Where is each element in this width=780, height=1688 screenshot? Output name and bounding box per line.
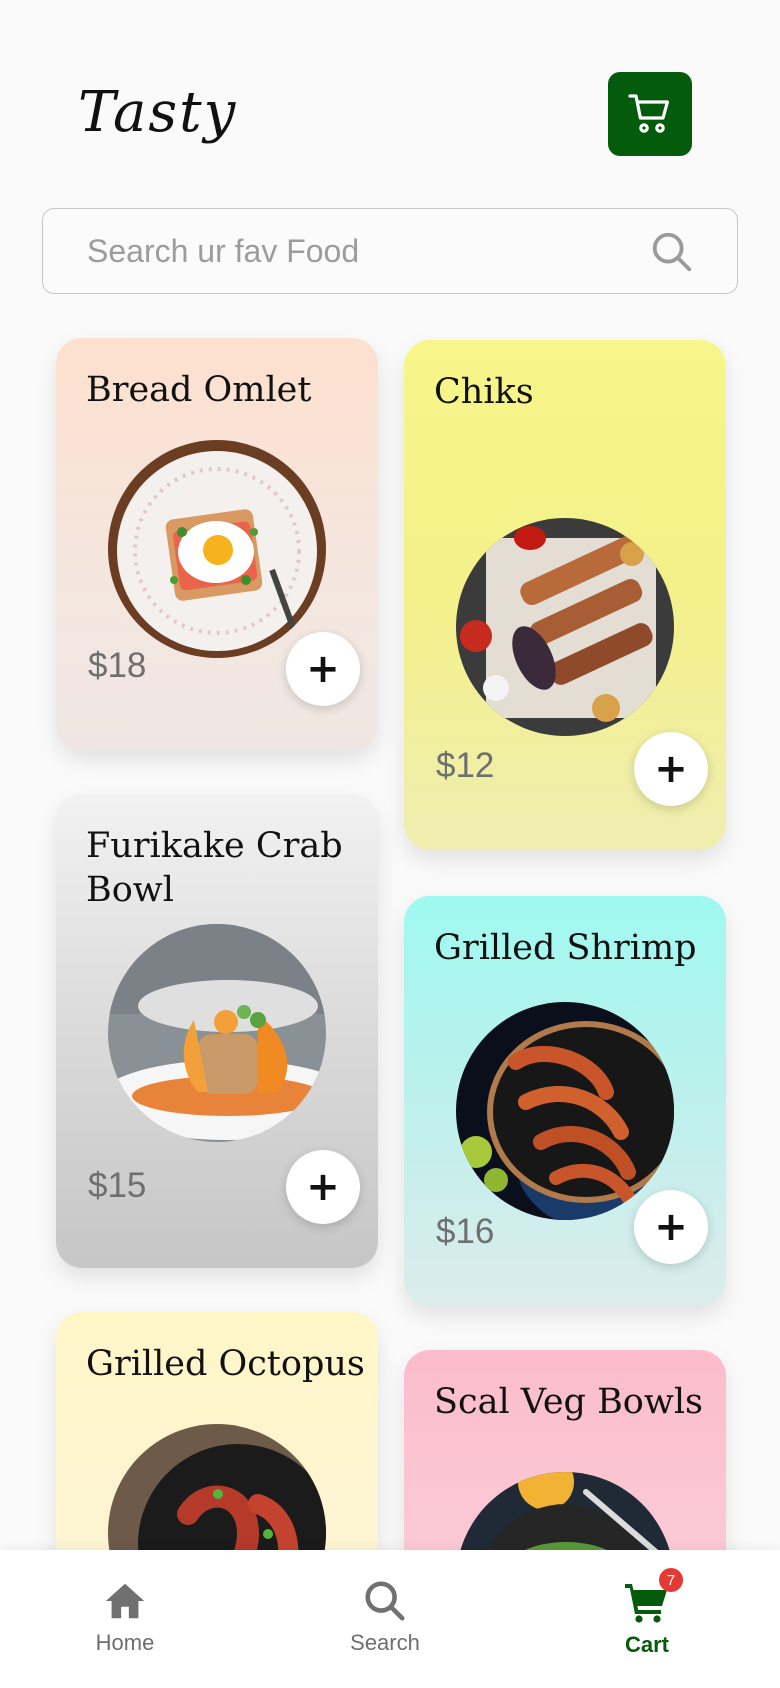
- search-button[interactable]: [649, 229, 695, 275]
- nav-cart[interactable]: 7 Cart: [577, 1568, 717, 1658]
- food-image-grilled-shrimp: [456, 1002, 674, 1220]
- app-logo: Tasty: [78, 80, 238, 145]
- add-to-cart-button[interactable]: +: [286, 1150, 360, 1224]
- food-name: Grilled Shrimp: [434, 928, 697, 968]
- food-name: Chiks: [434, 372, 534, 412]
- search-input[interactable]: [87, 209, 647, 293]
- food-card-furikake-crab-bowl[interactable]: Furikake Crab Bowl $15 +: [56, 794, 378, 1268]
- food-card-bread-omlet[interactable]: Bread Omlet $18 +: [56, 338, 378, 750]
- nav-home-label: Home: [95, 1630, 155, 1655]
- nav-cart-label: Cart: [624, 1632, 669, 1657]
- food-price: $15: [88, 1166, 147, 1205]
- food-image-bread-omlet: [108, 440, 326, 658]
- food-name: Furikake Crab Bowl: [86, 826, 343, 910]
- food-card-grilled-shrimp[interactable]: Grilled Shrimp $16 +: [404, 896, 726, 1306]
- food-name: Scal Veg Bowls: [434, 1382, 703, 1422]
- food-image-chiks: [456, 518, 674, 736]
- food-name: Grilled Octopus: [86, 1344, 365, 1384]
- search-bar[interactable]: [42, 208, 738, 294]
- home-icon: [105, 1583, 145, 1619]
- bottom-navigation: Home Search 7 Cart: [0, 1550, 780, 1688]
- food-name: Bread Omlet: [86, 370, 312, 410]
- add-to-cart-button[interactable]: +: [634, 732, 708, 806]
- cart-count-badge: 7: [659, 1568, 683, 1592]
- nav-home[interactable]: Home: [55, 1578, 195, 1656]
- search-icon: [652, 232, 692, 272]
- nav-search-label: Search: [350, 1630, 420, 1655]
- food-price: $18: [88, 646, 147, 685]
- add-to-cart-button[interactable]: +: [286, 632, 360, 706]
- add-to-cart-button[interactable]: +: [634, 1190, 708, 1264]
- nav-search[interactable]: Search: [315, 1578, 455, 1656]
- search-icon: [365, 1581, 405, 1621]
- food-price: $16: [436, 1212, 495, 1251]
- header-cart-button[interactable]: [608, 72, 692, 156]
- food-price: $12: [436, 746, 495, 785]
- food-card-chiks[interactable]: Chiks $12 +: [404, 340, 726, 850]
- food-image-furikake-crab-bowl: [108, 924, 326, 1142]
- cart-icon: [628, 94, 669, 133]
